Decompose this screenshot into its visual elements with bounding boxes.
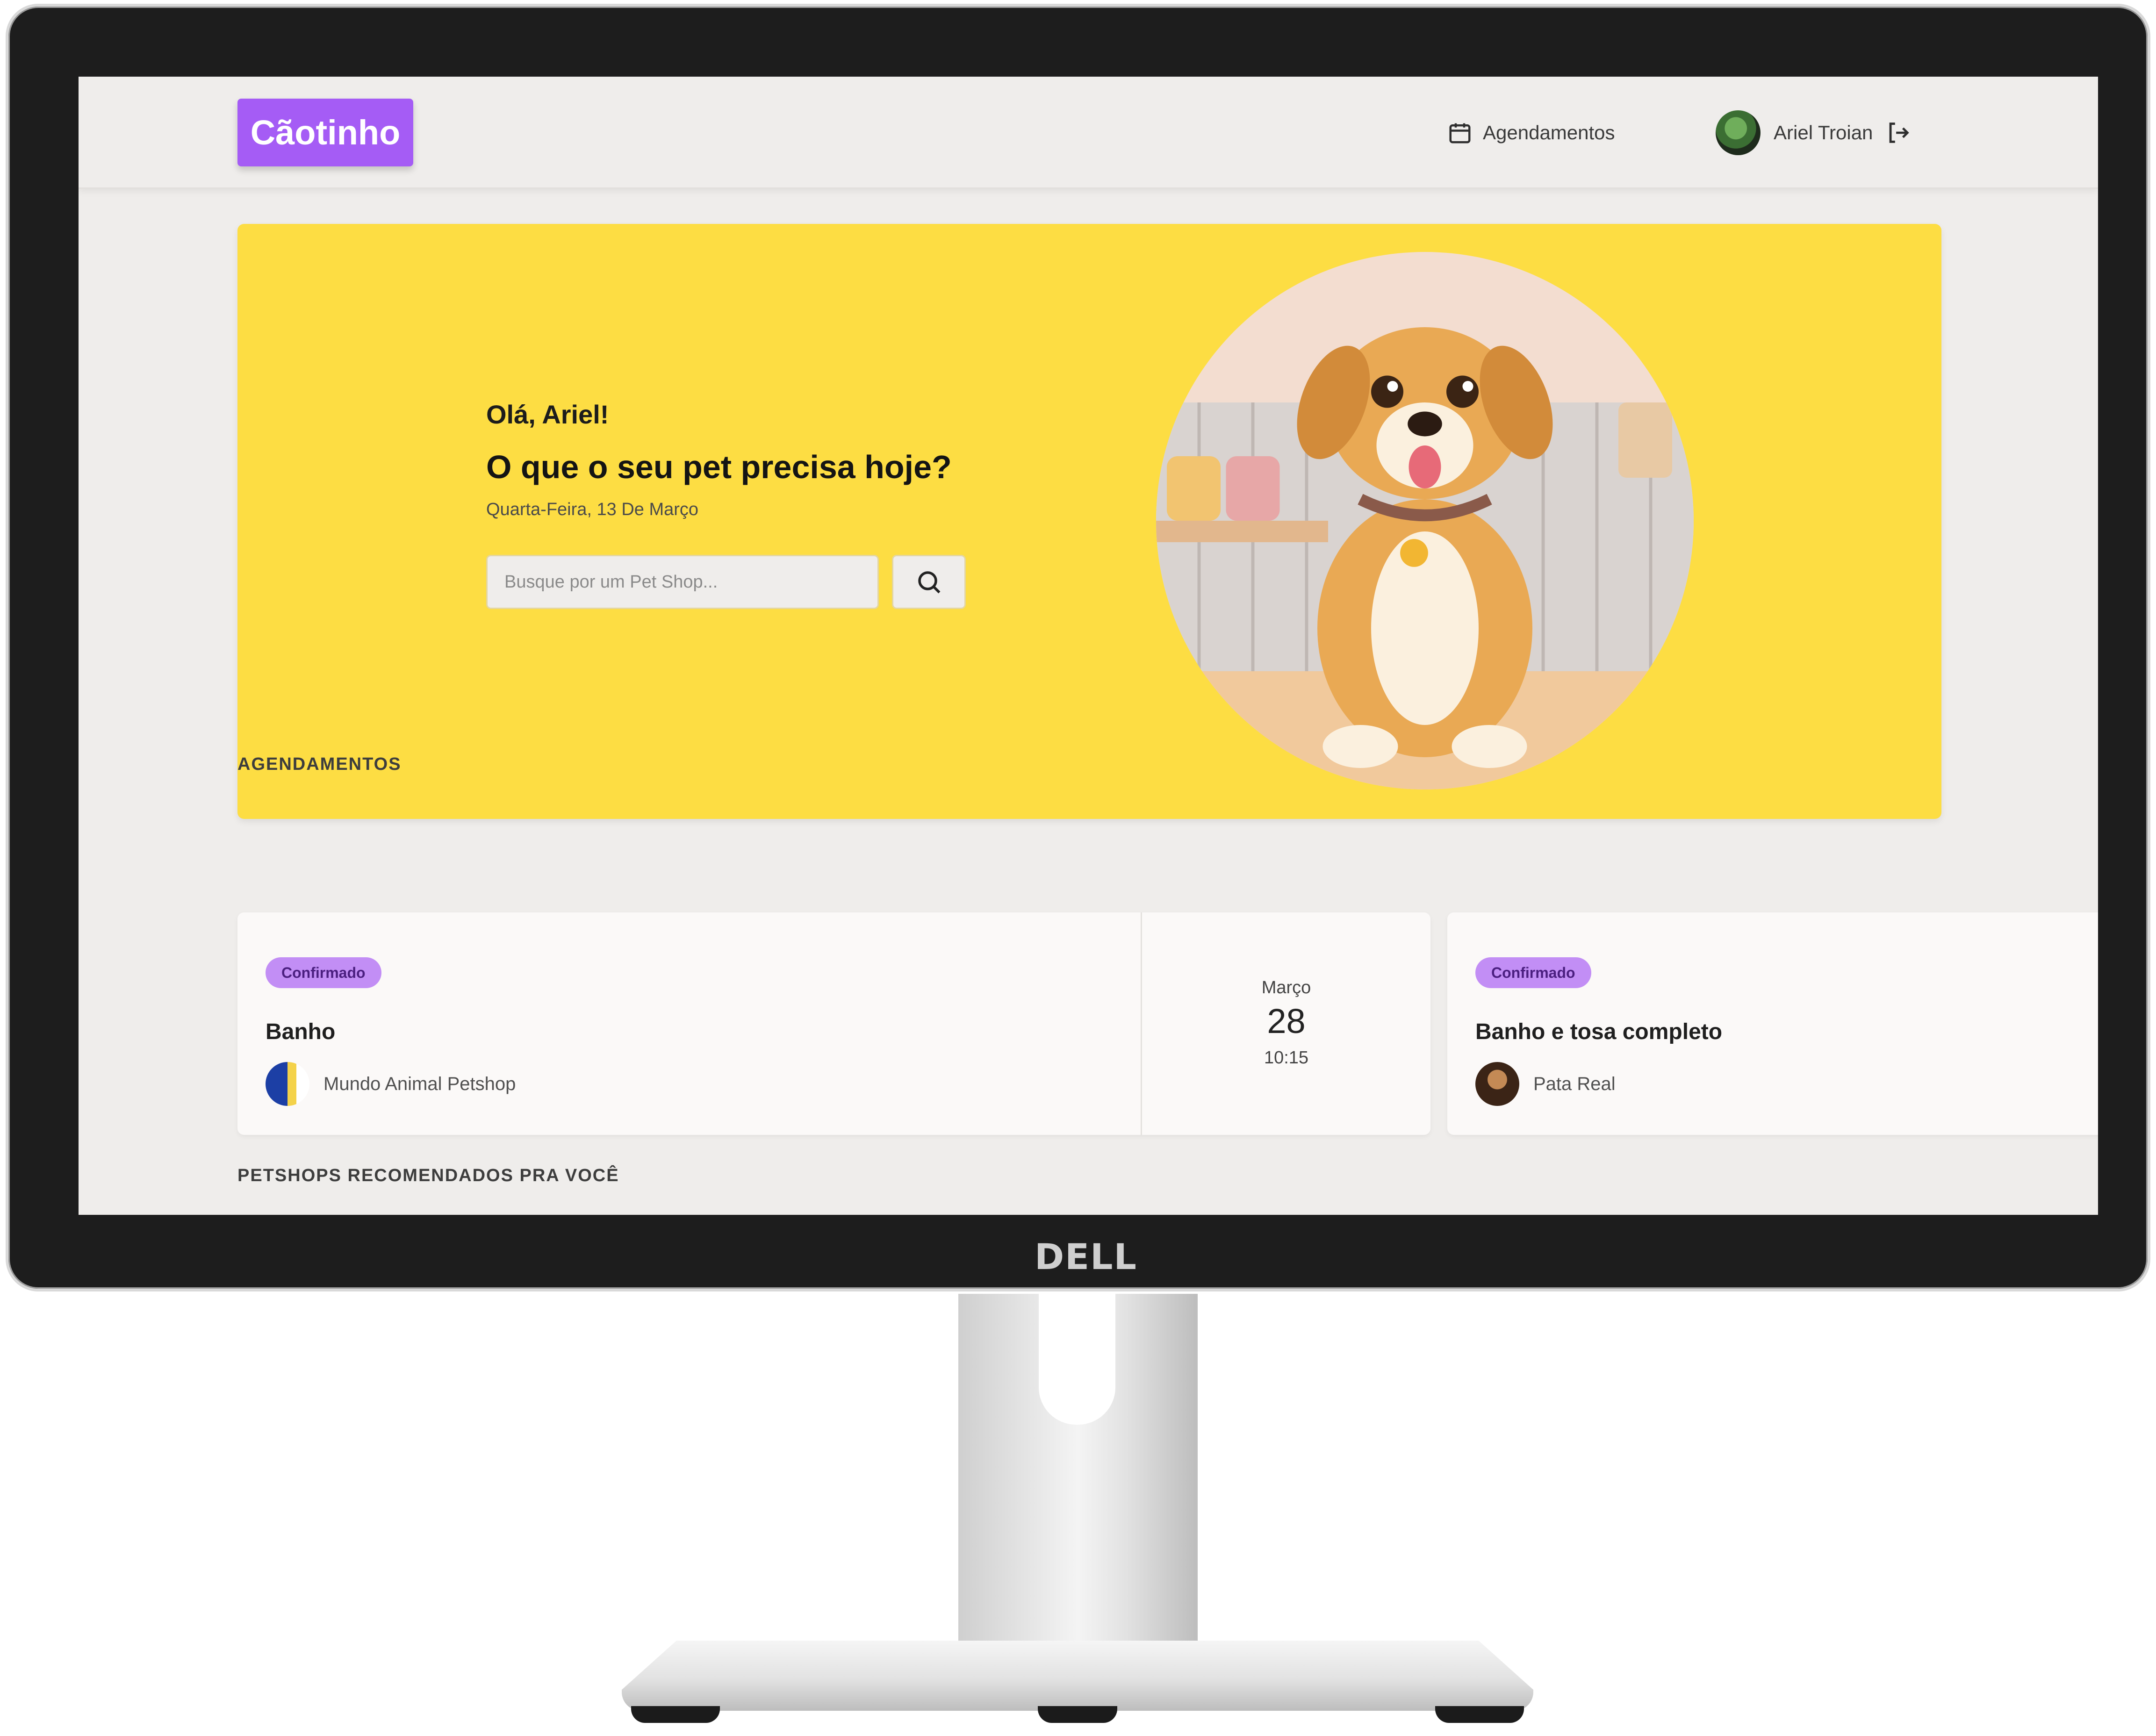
monitor-stand-slot <box>1039 1294 1115 1425</box>
nav-appointments-label: Agendamentos <box>1483 122 1615 143</box>
appointment-time: 10:15 <box>1264 1048 1309 1068</box>
appointment-shop: Mundo Animal Petshop <box>266 1062 516 1106</box>
hero-banner: Olá, Ariel! O que o seu pet precisa hoje… <box>237 224 1941 819</box>
appointment-card[interactable]: Confirmado Banho e tosa completo Pata Re… <box>1447 912 2098 1135</box>
recommended-section-title: PETSHOPS RECOMENDADOS PRA VOCÊ <box>237 1166 619 1185</box>
dog-illustration <box>1156 252 1694 789</box>
hero-dog-image <box>1156 252 1694 789</box>
calendar-icon <box>1449 123 1471 143</box>
appointment-day: 28 <box>1267 1002 1306 1040</box>
shop-logo <box>266 1062 309 1106</box>
appointment-service: Banho e tosa completo <box>1475 1019 1723 1044</box>
appointment-date: Março 28 10:15 <box>1141 912 1430 1135</box>
stand-foot-center <box>1038 1706 1117 1723</box>
nav-appointments-link[interactable]: Agendamentos <box>1447 116 1615 149</box>
shop-name: Mundo Animal Petshop <box>323 1073 516 1094</box>
appointments-section-title: AGENDAMENTOS <box>237 754 402 774</box>
user-menu: Ariel Troian <box>1716 109 1912 156</box>
user-avatar[interactable] <box>1716 110 1761 155</box>
monitor-stand-base <box>622 1641 1533 1711</box>
hero-question: O que o seu pet precisa hoje? <box>486 449 952 485</box>
stand-foot-left <box>631 1706 720 1723</box>
user-name: Ariel Troian <box>1774 122 1873 143</box>
search-input[interactable] <box>486 555 879 609</box>
app-screen: Cãotinho Agendamentos Ariel Troian Olá, … <box>79 77 2098 1215</box>
monitor-frame: Cãotinho Agendamentos Ariel Troian Olá, … <box>6 4 2150 1291</box>
status-badge: Confirmado <box>1475 957 1591 988</box>
stand-foot-right <box>1435 1706 1524 1723</box>
logout-icon[interactable] <box>1885 119 1912 146</box>
app-header: Cãotinho Agendamentos Ariel Troian <box>79 77 2098 189</box>
appointment-service: Banho <box>266 1019 336 1044</box>
shop-name: Pata Real <box>1533 1073 1616 1094</box>
shop-logo <box>1475 1062 1519 1106</box>
app-logo[interactable]: Cãotinho <box>237 99 413 166</box>
monitor-brand-logo: DELL <box>1035 1236 1137 1277</box>
status-badge: Confirmado <box>266 957 381 988</box>
appointment-month: Março <box>1261 978 1311 997</box>
hero-date: Quarta-Feira, 13 De Março <box>486 500 699 519</box>
search-button[interactable] <box>892 555 966 609</box>
appointment-card[interactable]: Confirmado Banho Mundo Animal Petshop Ma… <box>237 912 1430 1135</box>
search-icon <box>918 571 941 594</box>
appointment-shop: Pata Real <box>1475 1062 1616 1106</box>
hero-greeting: Olá, Ariel! <box>486 400 609 429</box>
